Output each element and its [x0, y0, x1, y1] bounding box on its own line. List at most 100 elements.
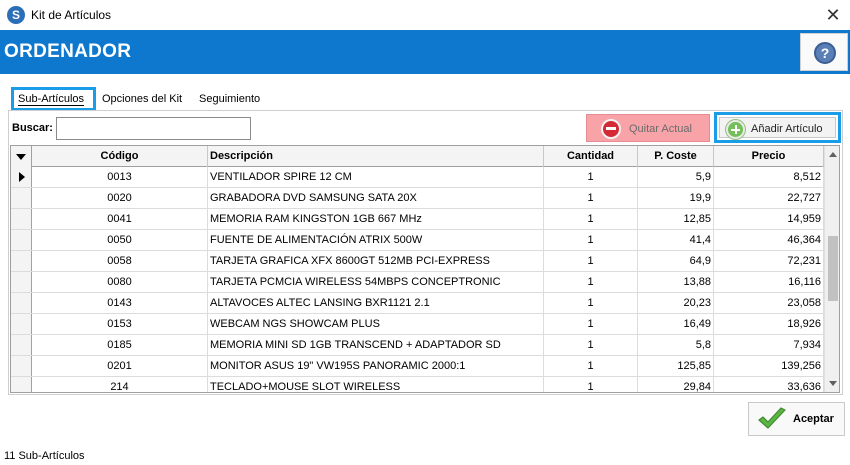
cell-codigo[interactable]: 0153	[32, 314, 208, 334]
close-button[interactable]: ✕	[816, 0, 850, 30]
row-selector[interactable]	[11, 356, 32, 376]
cell-descripcion[interactable]: ALTAVOCES ALTEC LANSING BXR1121 2.1	[208, 293, 544, 313]
row-selector[interactable]	[11, 188, 32, 208]
cell-codigo[interactable]: 0080	[32, 272, 208, 292]
add-article-button[interactable]: Añadir Artículo	[714, 112, 841, 143]
column-header-codigo[interactable]: Código	[32, 146, 208, 167]
cell-p-coste[interactable]: 5,8	[638, 335, 714, 355]
accept-label: Aceptar	[793, 413, 834, 425]
search-input[interactable]	[56, 117, 251, 140]
cell-descripcion[interactable]: TECLADO+MOUSE SLOT WIRELESS	[208, 377, 544, 392]
scroll-up-icon[interactable]	[829, 152, 837, 157]
column-header-descripcion[interactable]: Descripción	[208, 146, 544, 167]
help-button[interactable]: ?	[800, 33, 848, 71]
scroll-down-icon[interactable]	[829, 381, 837, 386]
cell-precio[interactable]: 72,231	[714, 251, 824, 271]
cell-cantidad[interactable]: 1	[544, 188, 638, 208]
cell-descripcion[interactable]: MONITOR ASUS 19" VW195S PANORAMIC 2000:1	[208, 356, 544, 376]
row-selector[interactable]	[11, 272, 32, 292]
cell-precio[interactable]: 18,926	[714, 314, 824, 334]
cell-codigo[interactable]: 0201	[32, 356, 208, 376]
cell-descripcion[interactable]: GRABADORA DVD SAMSUNG SATA 20X	[208, 188, 544, 208]
cell-cantidad[interactable]: 1	[544, 377, 638, 392]
cell-codigo[interactable]: 0041	[32, 209, 208, 229]
row-selector[interactable]	[11, 167, 32, 187]
cell-precio[interactable]: 46,364	[714, 230, 824, 250]
cell-codigo[interactable]: 0020	[32, 188, 208, 208]
row-selector[interactable]	[11, 293, 32, 313]
app-logo-icon: S	[7, 6, 25, 24]
cell-descripcion[interactable]: TARJETA GRAFICA XFX 8600GT 512MB PCI-EXP…	[208, 251, 544, 271]
table-row[interactable]: 0143 ALTAVOCES ALTEC LANSING BXR1121 2.1…	[11, 293, 824, 314]
cell-p-coste[interactable]: 41,4	[638, 230, 714, 250]
cell-codigo[interactable]: 0013	[32, 167, 208, 187]
table-row[interactable]: 0080 TARJETA PCMCIA WIRELESS 54MBPS CONC…	[11, 272, 824, 293]
cell-p-coste[interactable]: 19,9	[638, 188, 714, 208]
table-row[interactable]: 0201 MONITOR ASUS 19" VW195S PANORAMIC 2…	[11, 356, 824, 377]
row-selector[interactable]	[11, 251, 32, 271]
cell-precio[interactable]: 22,727	[714, 188, 824, 208]
cell-codigo[interactable]: 0143	[32, 293, 208, 313]
table-row[interactable]: 0185 MEMORIA MINI SD 1GB TRANSCEND + ADA…	[11, 335, 824, 356]
cell-p-coste[interactable]: 13,88	[638, 272, 714, 292]
cell-cantidad[interactable]: 1	[544, 293, 638, 313]
cell-p-coste[interactable]: 5,9	[638, 167, 714, 187]
row-selector-header[interactable]	[11, 146, 32, 167]
cell-cantidad[interactable]: 1	[544, 167, 638, 187]
cell-cantidad[interactable]: 1	[544, 251, 638, 271]
cell-precio[interactable]: 7,934	[714, 335, 824, 355]
cell-precio[interactable]: 16,116	[714, 272, 824, 292]
row-selector[interactable]	[11, 335, 32, 355]
remove-current-button[interactable]: Quitar Actual	[586, 114, 710, 142]
cell-codigo[interactable]: 0050	[32, 230, 208, 250]
column-header-p-coste[interactable]: P. Coste	[638, 146, 714, 167]
table-row[interactable]: 0013 VENTILADOR SPIRE 12 CM 1 5,9 8,512	[11, 167, 824, 188]
cell-codigo[interactable]: 214	[32, 377, 208, 392]
cell-p-coste[interactable]: 29,84	[638, 377, 714, 392]
grid-vertical-scrollbar[interactable]	[824, 146, 839, 392]
cell-p-coste[interactable]: 20,23	[638, 293, 714, 313]
cell-precio[interactable]: 139,256	[714, 356, 824, 376]
cell-descripcion[interactable]: FUENTE DE ALIMENTACIÓN ATRIX 500W	[208, 230, 544, 250]
cell-codigo[interactable]: 0185	[32, 335, 208, 355]
cell-p-coste[interactable]: 12,85	[638, 209, 714, 229]
cell-p-coste[interactable]: 125,85	[638, 356, 714, 376]
cell-descripcion[interactable]: VENTILADOR SPIRE 12 CM	[208, 167, 544, 187]
accept-button[interactable]: Aceptar	[748, 402, 845, 436]
cell-precio[interactable]: 14,959	[714, 209, 824, 229]
column-header-cantidad[interactable]: Cantidad	[544, 146, 638, 167]
tab-seguimiento[interactable]: Seguimiento	[199, 87, 260, 111]
table-row[interactable]: 0020 GRABADORA DVD SAMSUNG SATA 20X 1 19…	[11, 188, 824, 209]
row-selector[interactable]	[11, 230, 32, 250]
row-selector[interactable]	[11, 314, 32, 334]
table-row[interactable]: 0050 FUENTE DE ALIMENTACIÓN ATRIX 500W 1…	[11, 230, 824, 251]
scroll-thumb[interactable]	[828, 236, 838, 301]
cell-p-coste[interactable]: 16,49	[638, 314, 714, 334]
cell-precio[interactable]: 33,636	[714, 377, 824, 392]
cell-cantidad[interactable]: 1	[544, 209, 638, 229]
cell-descripcion[interactable]: WEBCAM NGS SHOWCAM PLUS	[208, 314, 544, 334]
cell-codigo[interactable]: 0058	[32, 251, 208, 271]
row-selector[interactable]	[11, 377, 32, 392]
cell-descripcion[interactable]: MEMORIA RAM KINGSTON 1GB 667 MHz	[208, 209, 544, 229]
table-row[interactable]: 0153 WEBCAM NGS SHOWCAM PLUS 1 16,49 18,…	[11, 314, 824, 335]
cell-cantidad[interactable]: 1	[544, 335, 638, 355]
row-selector[interactable]	[11, 209, 32, 229]
tab-opciones-del-kit[interactable]: Opciones del Kit	[102, 87, 182, 111]
cell-p-coste[interactable]: 64,9	[638, 251, 714, 271]
cell-cantidad[interactable]: 1	[544, 356, 638, 376]
column-header-precio[interactable]: Precio	[714, 146, 824, 167]
window-title: Kit de Artículos	[31, 8, 112, 22]
table-row[interactable]: 0058 TARJETA GRAFICA XFX 8600GT 512MB PC…	[11, 251, 824, 272]
cell-precio[interactable]: 23,058	[714, 293, 824, 313]
tab-sub-articulos[interactable]: Sub-Artículos	[11, 87, 96, 111]
cell-descripcion[interactable]: MEMORIA MINI SD 1GB TRANSCEND + ADAPTADO…	[208, 335, 544, 355]
cell-cantidad[interactable]: 1	[544, 314, 638, 334]
cell-cantidad[interactable]: 1	[544, 230, 638, 250]
remove-current-label: Quitar Actual	[629, 123, 692, 135]
cell-cantidad[interactable]: 1	[544, 272, 638, 292]
cell-descripcion[interactable]: TARJETA PCMCIA WIRELESS 54MBPS CONCEPTRO…	[208, 272, 544, 292]
cell-precio[interactable]: 8,512	[714, 167, 824, 187]
table-row[interactable]: 214 TECLADO+MOUSE SLOT WIRELESS 1 29,84 …	[11, 377, 824, 392]
table-row[interactable]: 0041 MEMORIA RAM KINGSTON 1GB 667 MHz 1 …	[11, 209, 824, 230]
